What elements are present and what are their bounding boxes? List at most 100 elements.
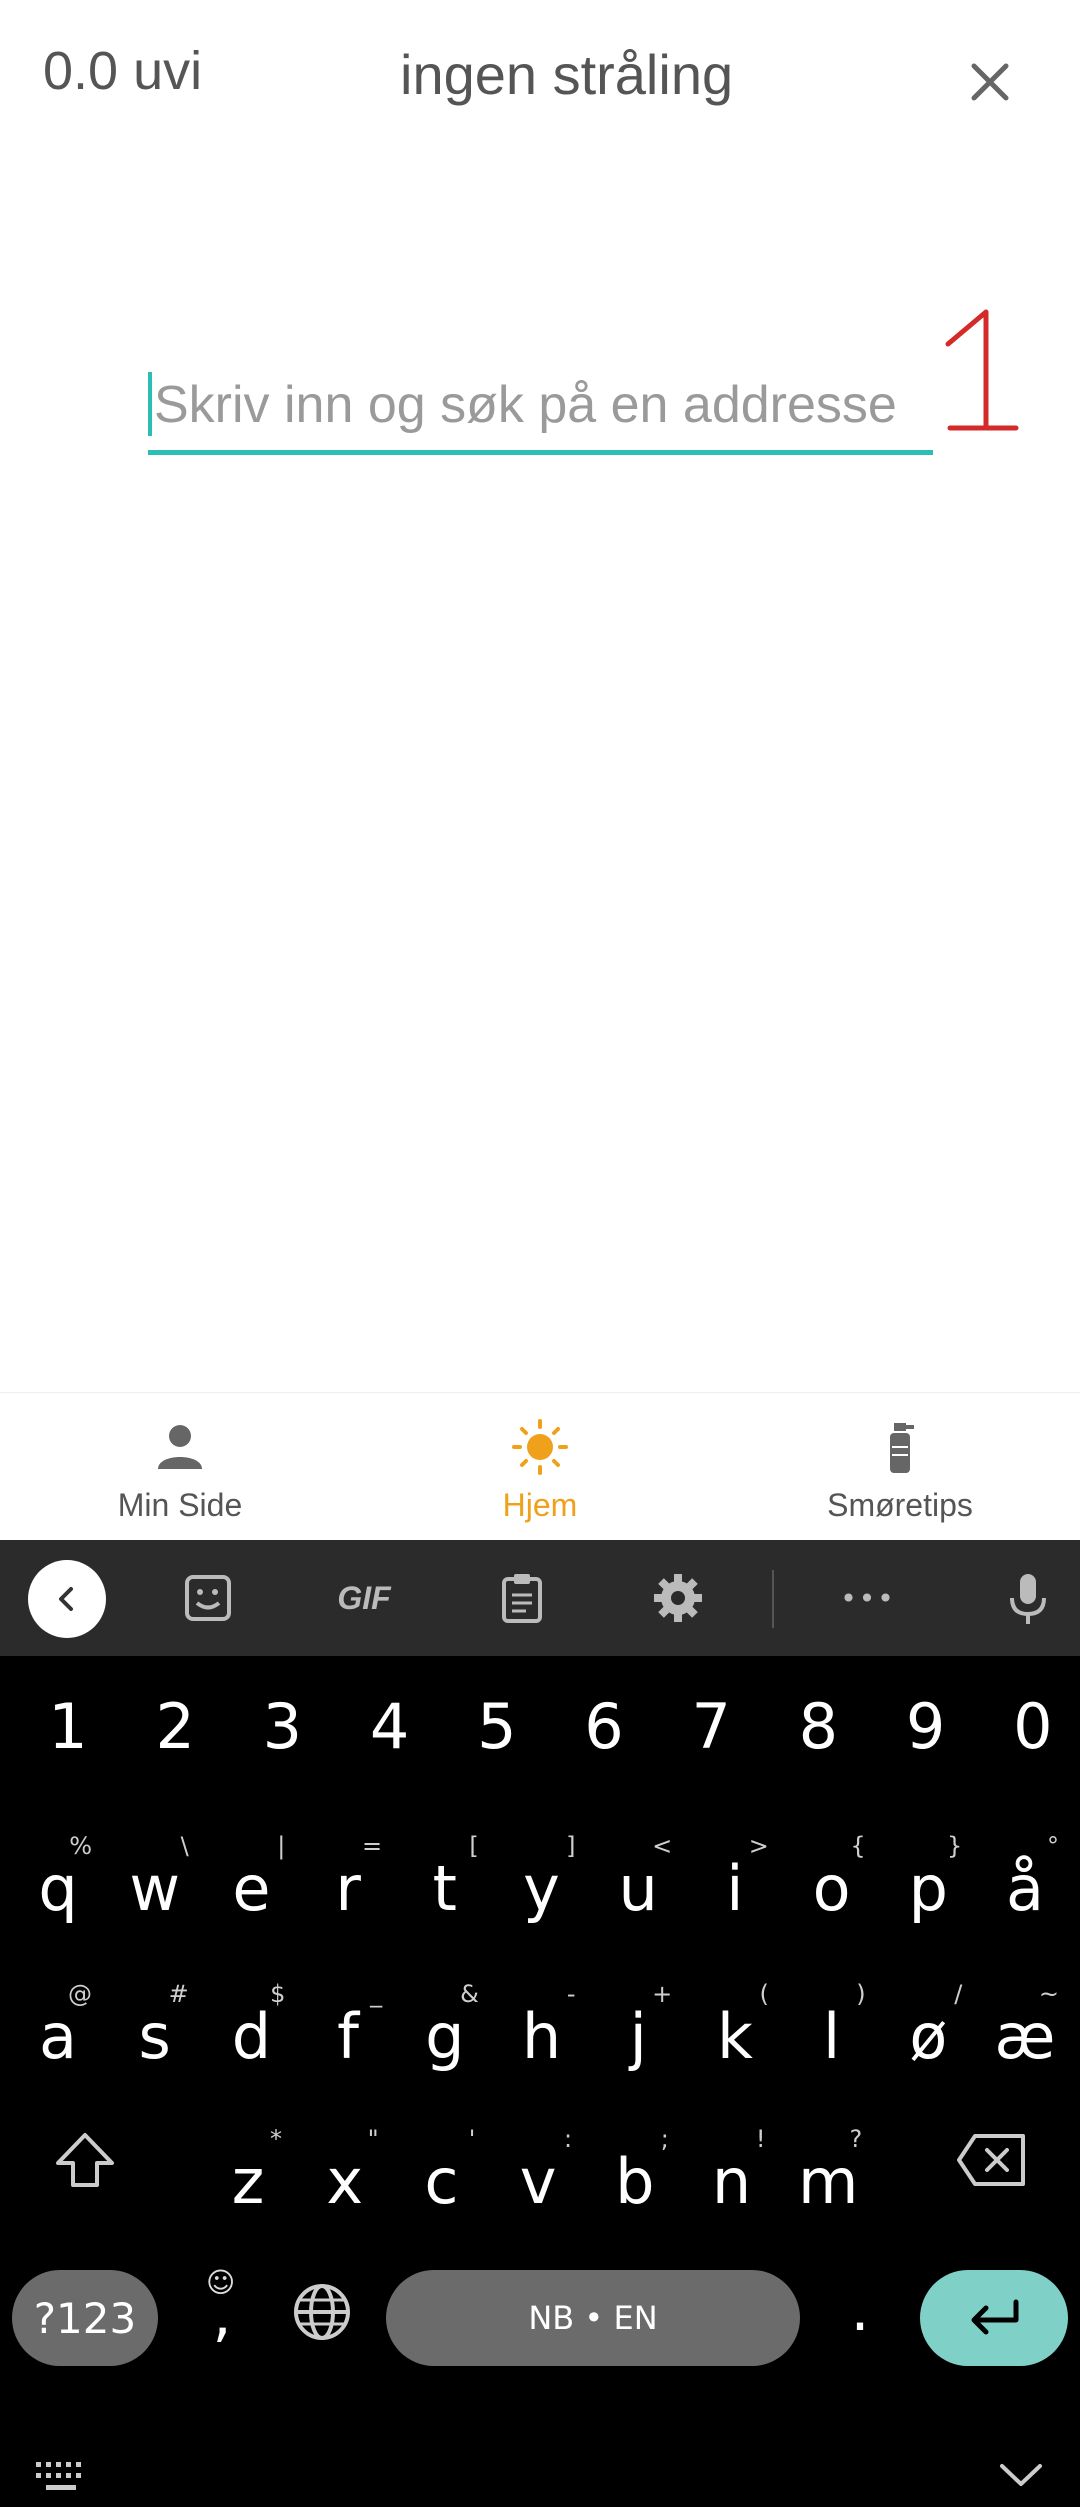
enter-arrow-icon [971, 2299, 1019, 2335]
letter-key[interactable]: c ' [401, 2125, 481, 2233]
letter-key[interactable]: l) [792, 1980, 872, 2088]
letter-key[interactable]: f _ [308, 1980, 388, 2088]
key-alt-symbol: ; [660, 2125, 669, 2153]
shift-key[interactable] [50, 2125, 120, 2195]
letter-key[interactable]: g & [405, 1980, 485, 2088]
key-label: 3 [262, 1690, 303, 1763]
letter-key[interactable]: d $ [211, 1980, 291, 2088]
key-alt-symbol: " [367, 2125, 379, 2153]
letter-key[interactable]: å ° [985, 1832, 1065, 1940]
nav-item-min-side[interactable]: Min Side [0, 1393, 360, 1540]
key-alt-symbol: + [652, 1980, 673, 2008]
letter-key[interactable]: e | [211, 1832, 291, 1940]
key-alt-symbol: : [564, 2125, 573, 2153]
gif-label: GIF [337, 1579, 391, 1616]
letter-key[interactable]: ø / [888, 1980, 968, 2088]
person-icon [158, 1425, 202, 1469]
letter-key[interactable]: w \ [115, 1832, 195, 1940]
letter-key[interactable]: s # [115, 1980, 195, 2088]
symbols-key[interactable]: ?123 [12, 2270, 158, 2366]
sticker-icon[interactable] [170, 1560, 246, 1636]
key-alt-symbol: = [361, 1832, 383, 1860]
toolbar-divider [772, 1570, 774, 1628]
key-label: w [129, 1852, 181, 1925]
radiation-status: ingen stråling [400, 43, 734, 106]
clipboard-icon[interactable] [484, 1560, 560, 1636]
letter-key[interactable]: u < [598, 1832, 678, 1940]
letter-key[interactable]: b; [595, 2125, 675, 2233]
key-label: i [726, 1852, 744, 1925]
letter-key[interactable]: q% [18, 1832, 98, 1940]
close-icon[interactable] [960, 52, 1020, 112]
number-key[interactable]: 1 [28, 1690, 108, 1780]
search-underline [148, 450, 933, 455]
letter-key[interactable]: v: [498, 2125, 578, 2233]
key-alt-symbol: _ [370, 1980, 383, 2008]
address-search-field[interactable] [148, 360, 933, 456]
nav-item-hjem[interactable]: Hjem [360, 1393, 720, 1540]
number-key[interactable]: 7 [671, 1690, 751, 1780]
letter-key[interactable]: r = [308, 1832, 388, 1940]
letter-key[interactable]: t[ [405, 1832, 485, 1940]
key-label: r [335, 1852, 361, 1925]
key-label: l [822, 2000, 841, 2073]
enter-key[interactable] [920, 2270, 1068, 2366]
key-alt-symbol: @ [68, 1980, 92, 2008]
key-label: 0 [1013, 1690, 1053, 1763]
backspace-key[interactable] [955, 2132, 1027, 2188]
address-search-input[interactable] [148, 360, 933, 450]
sunscreen-bottle-icon [890, 1423, 914, 1473]
letter-key[interactable]: æ ~ [985, 1980, 1065, 2088]
key-alt-symbol: $ [270, 1980, 286, 2008]
key-label: v [519, 2145, 557, 2218]
letter-key[interactable]: y] [502, 1832, 582, 1940]
number-key[interactable]: 3 [242, 1690, 322, 1780]
letter-key[interactable]: m? [788, 2125, 868, 2233]
letter-key[interactable]: p} [888, 1832, 968, 1940]
number-key[interactable]: 0 [993, 1690, 1073, 1780]
key-label: q [38, 1852, 78, 1925]
more-icon[interactable]: ••• [830, 1560, 906, 1636]
gif-icon[interactable]: GIF [324, 1560, 404, 1636]
letter-key[interactable]: i > [695, 1832, 775, 1940]
globe-icon[interactable] [290, 2280, 360, 2350]
key-label: å [1006, 1852, 1044, 1925]
key-alt-symbol: & [460, 1980, 479, 2008]
key-alt-symbol: } [947, 1832, 963, 1860]
letter-key[interactable]: k( [695, 1980, 775, 2088]
key-alt-symbol: | [277, 1832, 286, 1860]
annotation-number-1 [945, 309, 1019, 431]
keyboard-grid-icon[interactable] [34, 2460, 88, 2494]
key-label: z [231, 2145, 265, 2218]
key-label: ø [909, 2000, 948, 2073]
key-label: h [521, 2000, 562, 2073]
number-key[interactable]: 9 [886, 1690, 966, 1780]
microphone-icon[interactable] [990, 1560, 1066, 1636]
key-label: u [618, 1852, 658, 1925]
letter-key[interactable]: h- [502, 1980, 582, 2088]
nav-item-smoretips[interactable]: Smøretips [720, 1393, 1080, 1540]
letter-key[interactable]: a @ [18, 1980, 98, 2088]
comma-key[interactable]: ☺ , [192, 2266, 252, 2370]
emoji-hint: ☺ [206, 2266, 236, 2299]
number-key[interactable]: 5 [457, 1690, 537, 1780]
settings-icon[interactable] [640, 1560, 716, 1636]
letter-key[interactable]: x " [305, 2125, 385, 2233]
number-key[interactable]: 6 [564, 1690, 644, 1780]
chevron-down-icon[interactable] [998, 2460, 1044, 2490]
text-cursor [148, 372, 152, 436]
number-key[interactable]: 8 [778, 1690, 858, 1780]
letter-key[interactable]: n! [692, 2125, 772, 2233]
letter-key[interactable]: o{ [792, 1832, 872, 1940]
number-key[interactable]: 2 [135, 1690, 215, 1780]
key-label: b [615, 2145, 655, 2218]
back-arrow-icon[interactable] [28, 1560, 106, 1638]
number-key[interactable]: 4 [350, 1690, 430, 1780]
letter-key[interactable]: j + [598, 1980, 678, 2088]
sun-icon [512, 1419, 568, 1475]
space-key[interactable]: NB • EN [386, 2270, 800, 2366]
nav-label: Min Side [117, 1487, 243, 1523]
key-label: 7 [691, 1690, 731, 1763]
period-key[interactable]: . [835, 2275, 885, 2365]
letter-key[interactable]: z * [208, 2125, 288, 2233]
